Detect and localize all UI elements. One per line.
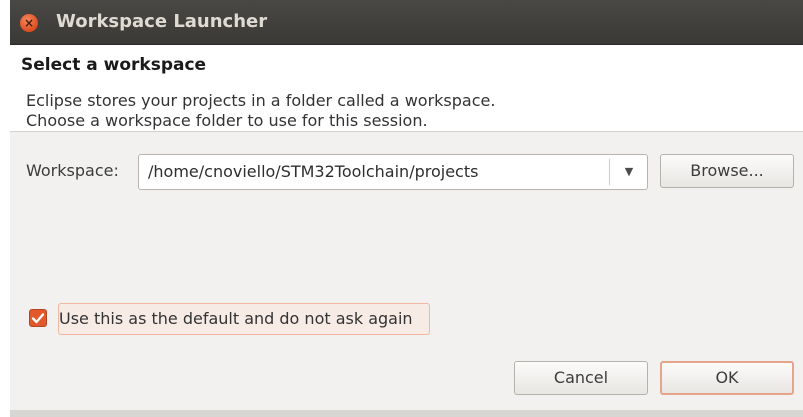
ok-button[interactable]: OK: [660, 361, 794, 395]
message-area: Eclipse stores your projects in a folder…: [10, 85, 803, 132]
header-title: Select a workspace: [21, 55, 207, 75]
workspace-combobox[interactable]: /home/cnoviello/STM32Toolchain/projects …: [138, 154, 648, 190]
chevron-down-icon[interactable]: ▼: [617, 163, 641, 181]
message-line-2: Choose a workspace folder to use for thi…: [26, 111, 428, 130]
workspace-path-input[interactable]: /home/cnoviello/STM32Toolchain/projects: [148, 162, 478, 181]
close-icon[interactable]: ×: [20, 14, 38, 32]
default-checkbox-label[interactable]: Use this as the default and do not ask a…: [59, 309, 413, 328]
workspace-launcher-dialog: × Workspace Launcher Select a workspace …: [10, 0, 803, 417]
workspace-label: Workspace:: [26, 161, 119, 180]
message-line-1: Eclipse stores your projects in a folder…: [26, 91, 496, 110]
browse-button[interactable]: Browse...: [660, 154, 794, 188]
bottom-edge: [10, 410, 803, 417]
cancel-button[interactable]: Cancel: [514, 361, 648, 395]
dialog-header: Select a workspace: [10, 45, 803, 85]
checkmark-icon: [31, 313, 45, 324]
window-title: Workspace Launcher: [56, 11, 268, 32]
title-bar[interactable]: × Workspace Launcher: [10, 0, 803, 45]
combo-divider: [609, 159, 610, 185]
default-checkbox[interactable]: [29, 309, 47, 327]
